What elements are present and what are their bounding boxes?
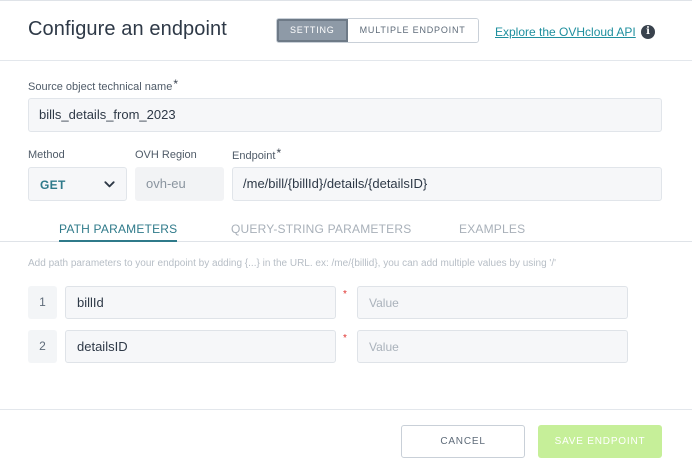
- param-row-index: 2: [28, 330, 57, 363]
- param-value-input[interactable]: [357, 286, 628, 319]
- endpoint-input[interactable]: /me/bill/{billId}/details/{detailsID}: [232, 167, 662, 201]
- multiple-endpoint-mode-button[interactable]: MULTIPLE ENDPOINT: [347, 19, 478, 42]
- required-mark: *: [276, 146, 282, 160]
- endpoint-label-text: Endpoint: [232, 150, 276, 162]
- param-row-index: 1: [28, 286, 57, 319]
- modal-header: Configure an endpoint SETTING MULTIPLE E…: [0, 1, 692, 61]
- method-label: Method: [28, 149, 65, 161]
- save-endpoint-button[interactable]: SAVE ENDPOINT: [538, 425, 662, 458]
- parameter-tabs: PATH PARAMETERS QUERY-STRING PARAMETERS …: [0, 216, 692, 242]
- path-parameters-hint: Add path parameters to your endpoint by …: [28, 258, 557, 269]
- required-mark: *: [343, 333, 347, 344]
- tab-examples[interactable]: EXAMPLES: [459, 222, 525, 236]
- region-field: ovh-eu: [135, 167, 224, 201]
- info-icon[interactable]: i: [641, 25, 655, 39]
- setting-mode-button[interactable]: SETTING: [277, 19, 348, 42]
- mode-switch: SETTING MULTIPLE ENDPOINT: [276, 18, 479, 43]
- param-name-field[interactable]: detailsID: [65, 330, 336, 363]
- source-name-label: Source object technical name*: [28, 77, 178, 93]
- required-mark: *: [173, 77, 178, 91]
- method-select[interactable]: GET: [28, 167, 127, 201]
- modal-title: Configure an endpoint: [28, 18, 227, 40]
- tab-query-string-parameters[interactable]: QUERY-STRING PARAMETERS: [231, 222, 411, 236]
- param-value-input[interactable]: [357, 330, 628, 363]
- modal-footer: CANCEL SAVE ENDPOINT: [0, 409, 692, 470]
- configure-endpoint-modal: Configure an endpoint SETTING MULTIPLE E…: [0, 0, 692, 470]
- required-mark: *: [343, 289, 347, 300]
- method-value: GET: [40, 178, 66, 192]
- tab-path-parameters[interactable]: PATH PARAMETERS: [59, 222, 178, 242]
- source-name-input[interactable]: bills_details_from_2023: [28, 98, 662, 132]
- explore-api-link[interactable]: Explore the OVHcloud API: [495, 25, 636, 39]
- region-label: OVH Region: [135, 149, 197, 161]
- cancel-button[interactable]: CANCEL: [401, 425, 525, 458]
- param-name-field[interactable]: billId: [65, 286, 336, 319]
- source-name-label-text: Source object technical name: [28, 81, 173, 93]
- chevron-down-icon: [104, 181, 115, 188]
- endpoint-label: Endpoint*: [232, 146, 282, 162]
